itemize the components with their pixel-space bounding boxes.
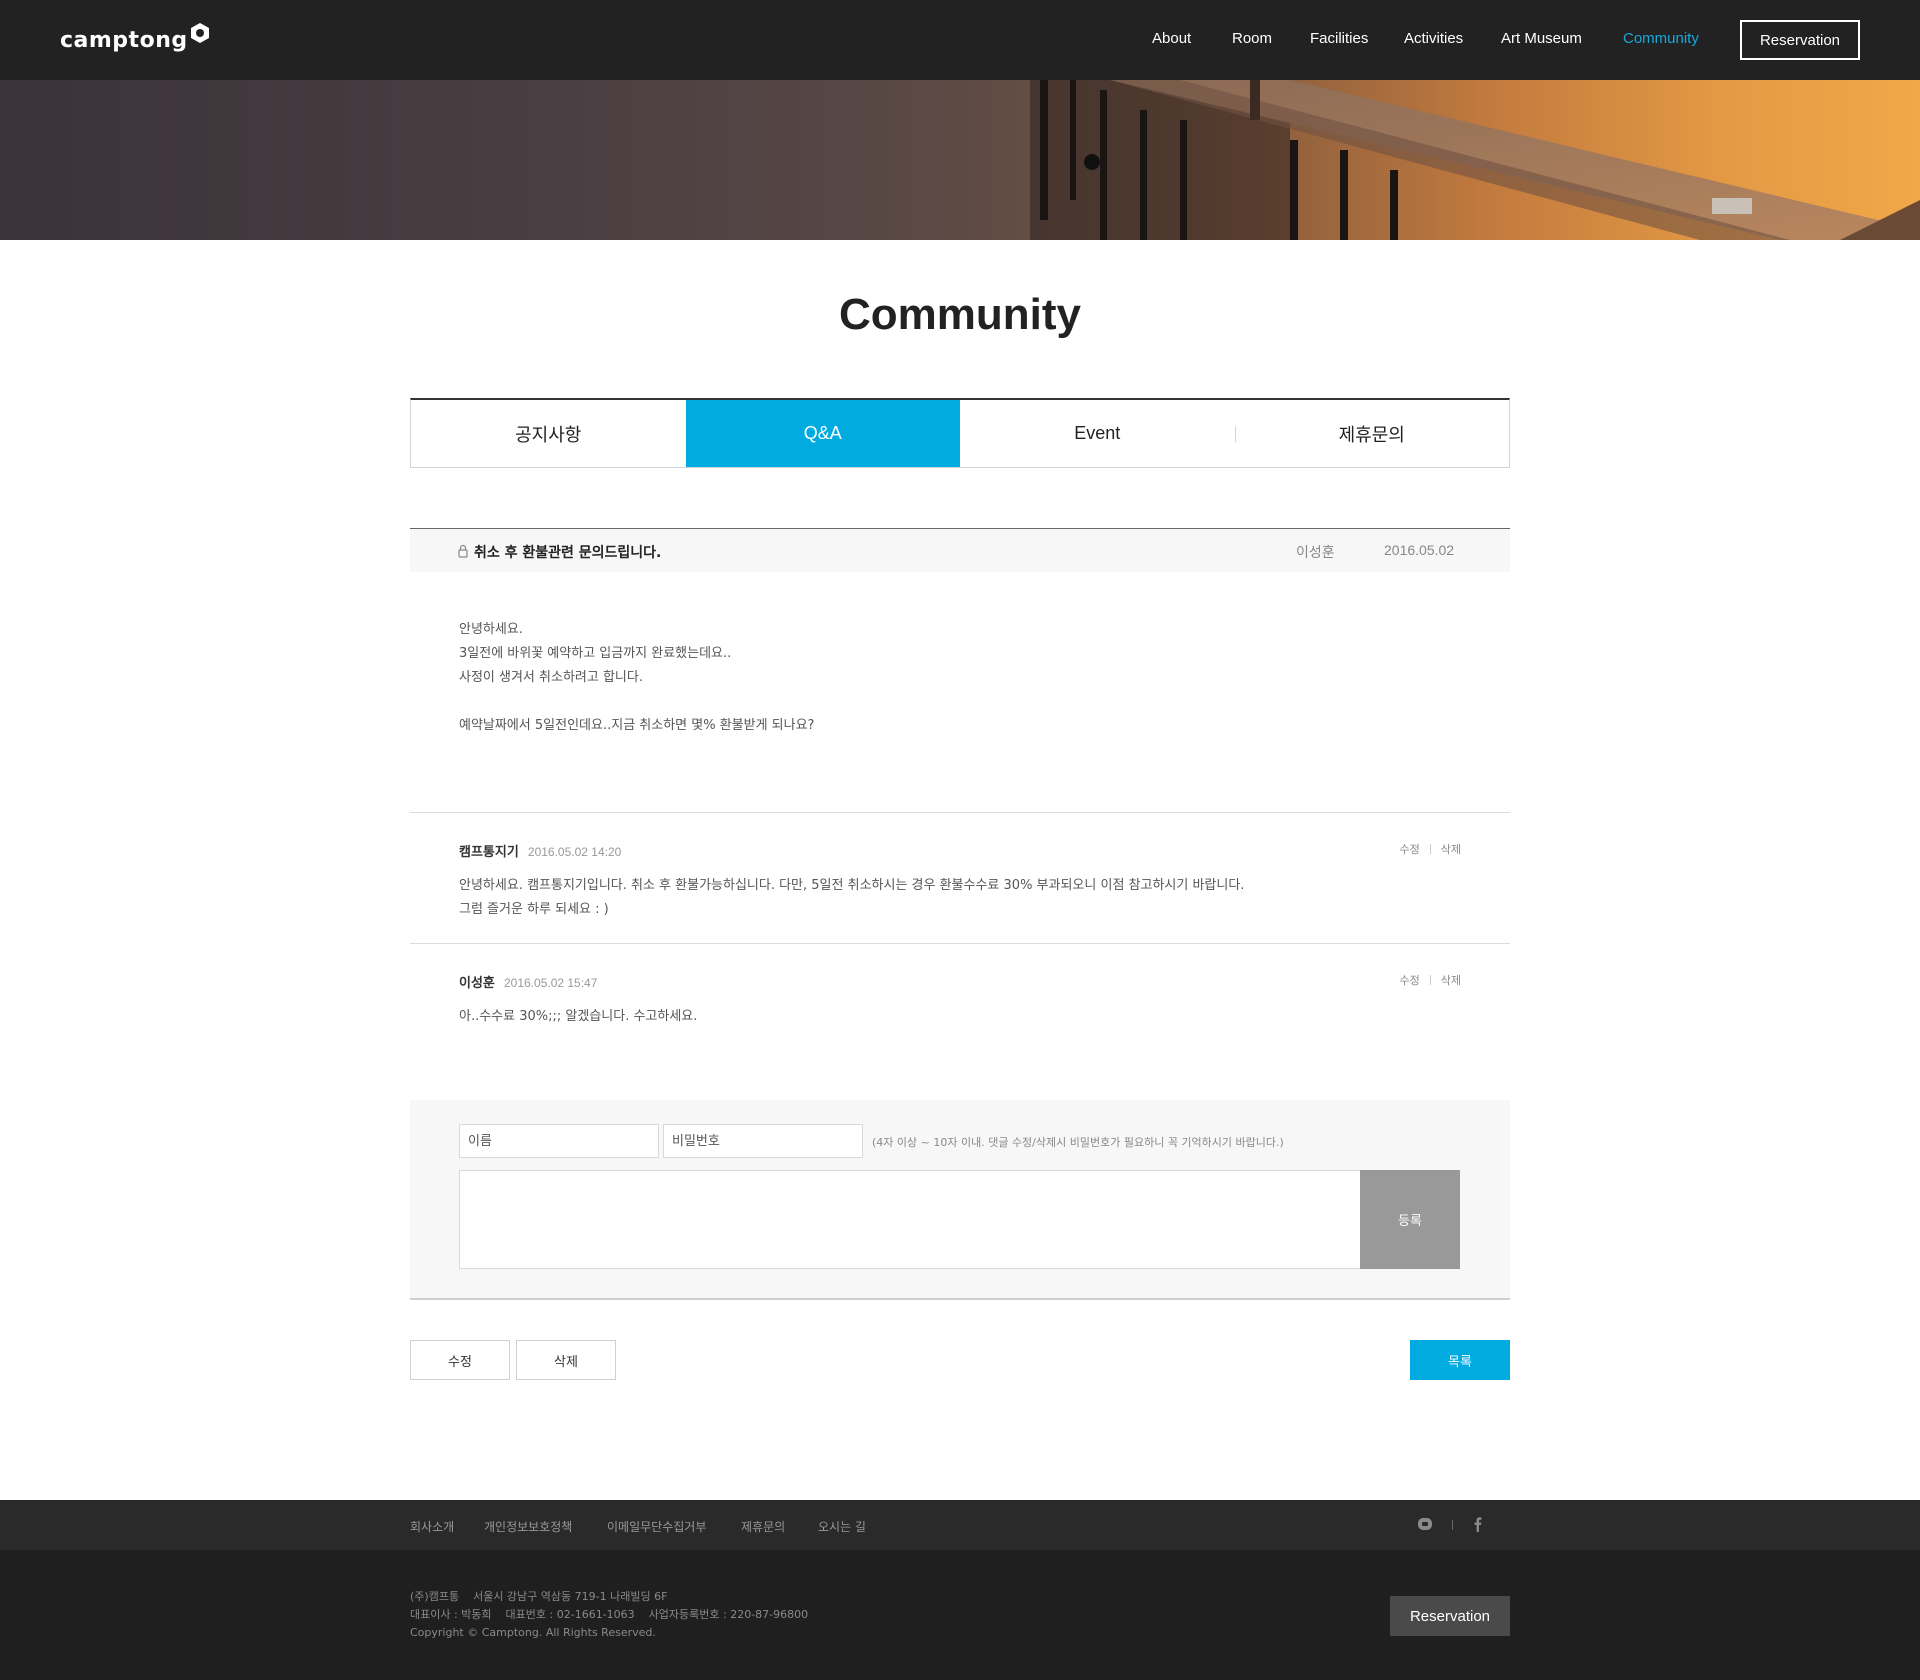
footer-link-partnership[interactable]: 제휴문의 bbox=[741, 1518, 785, 1535]
footer-link-company[interactable]: 회사소개 bbox=[410, 1518, 454, 1535]
reservation-button[interactable]: Reservation bbox=[1740, 20, 1860, 60]
post-body-line bbox=[459, 690, 1459, 714]
camptong-logo[interactable]: camptong bbox=[60, 23, 211, 58]
footer-reservation-button[interactable]: Reservation bbox=[1390, 1596, 1510, 1636]
comment-item: 캠프통지기 2016.05.02 14:20 수정 삭제 안녕하세요. 캠프통지… bbox=[459, 841, 1461, 922]
footer-links-bar: 회사소개 개인정보보호정책 이메일무단수집거부 제휴문의 오시는 길 bbox=[0, 1500, 1920, 1550]
comment-item: 이성훈 2016.05.02 15:47 수정 삭제 아..수수료 30%;;;… bbox=[459, 972, 1461, 1029]
post-body-line: 3일전에 바위꽃 예약하고 입금까지 완료했는데요.. bbox=[459, 646, 732, 661]
comment-time: 2016.05.02 15:47 bbox=[503, 976, 598, 990]
comment-edit-link[interactable]: 수정 bbox=[1400, 841, 1420, 857]
comment-delete-link[interactable]: 삭제 bbox=[1441, 841, 1461, 857]
company-address: 서울시 강남구 역삼동 719-1 나래빌딩 6F bbox=[473, 1590, 668, 1603]
comment-time: 2016.05.02 14:20 bbox=[527, 845, 622, 859]
tab-event[interactable]: Event bbox=[960, 400, 1235, 467]
comment-form: (4자 이상 ~ 10자 이내. 댓글 수정/삭제시 비밀번호가 필요하니 꼭 … bbox=[410, 1100, 1510, 1300]
footer-link-directions[interactable]: 오시는 길 bbox=[818, 1518, 866, 1535]
footer-link-email-policy[interactable]: 이메일무단수집거부 bbox=[607, 1518, 706, 1535]
comment-author: 캠프통지기 bbox=[459, 845, 519, 860]
page-title: Community bbox=[839, 290, 1081, 339]
post-body-line: 사정이 생겨서 취소하려고 합니다. bbox=[459, 670, 643, 685]
post-body: 안녕하세요. 3일전에 바위꽃 예약하고 입금까지 완료했는데요.. 사정이 생… bbox=[459, 618, 1459, 738]
action-separator bbox=[1429, 844, 1431, 854]
comment-delete-link[interactable]: 삭제 bbox=[1441, 972, 1461, 988]
comment-author: 이성훈 bbox=[459, 976, 495, 991]
company-info: (주)캠프통 서울시 강남구 역삼동 719-1 나래빌딩 6F 대표이사 : 박… bbox=[410, 1588, 822, 1642]
board-tabs: 공지사항 Q&A Event 제휴문의 bbox=[410, 398, 1510, 468]
nav-facilities[interactable]: Facilities bbox=[1310, 30, 1368, 47]
list-button[interactable]: 목록 bbox=[1410, 1340, 1510, 1380]
tab-notice[interactable]: 공지사항 bbox=[411, 400, 686, 467]
post-date: 2016.05.02 bbox=[1384, 542, 1455, 558]
post-body-line: 예약날짜에서 5일전인데요..지금 취소하면 몇% 환불받게 되나요? bbox=[459, 718, 815, 733]
comment-line: 안녕하세요. 캠프통지기입니다. 취소 후 환불가능하십니다. 다만, 5일전 … bbox=[459, 878, 1245, 893]
social-separator bbox=[1452, 1520, 1453, 1530]
delete-post-button[interactable]: 삭제 bbox=[516, 1340, 616, 1380]
nav-activities[interactable]: Activities bbox=[1404, 30, 1463, 47]
top-navigation-bar: camptong About Room Facilities Activitie… bbox=[0, 0, 1920, 80]
hexagon-logo-icon bbox=[190, 23, 209, 43]
password-note: (4자 이상 ~ 10자 이내. 댓글 수정/삭제시 비밀번호가 필요하니 꼭 … bbox=[872, 1136, 1284, 1149]
post-body-line: 안녕하세요. bbox=[459, 622, 523, 637]
action-separator bbox=[1429, 975, 1431, 985]
tab-divider bbox=[1234, 426, 1236, 442]
blog-icon[interactable] bbox=[1417, 1516, 1433, 1532]
name-input[interactable] bbox=[459, 1124, 659, 1158]
comment-textarea[interactable] bbox=[459, 1170, 1362, 1269]
comment-line: 아..수수료 30%;;; 알겠습니다. 수고하세요. bbox=[459, 1009, 698, 1024]
company-phone: 대표번호 : 02-1661-1063 bbox=[505, 1608, 635, 1621]
comment-edit-link[interactable]: 수정 bbox=[1400, 972, 1420, 988]
comment-text: 아..수수료 30%;;; 알겠습니다. 수고하세요. bbox=[459, 1005, 1461, 1029]
company-ceo: 대표이사 : 박동희 bbox=[410, 1608, 492, 1621]
tab-qna[interactable]: Q&A bbox=[685, 400, 960, 467]
copyright: Copyright © Camptong. All Rights Reserve… bbox=[410, 1626, 656, 1639]
post-author: 이성훈 bbox=[1296, 545, 1335, 561]
nav-room[interactable]: Room bbox=[1232, 30, 1272, 47]
company-name: (주)캠프통 bbox=[410, 1590, 460, 1603]
footer-info: (주)캠프통 서울시 강남구 역삼동 719-1 나래빌딩 6F 대표이사 : 박… bbox=[0, 1550, 1920, 1680]
post-header: 취소 후 환불관련 문의드립니다. 이성훈 2016.05.02 bbox=[410, 528, 1510, 572]
nav-art-museum[interactable]: Art Museum bbox=[1501, 30, 1582, 47]
tab-partnership-label: 제휴문의 bbox=[1338, 424, 1405, 445]
password-input[interactable] bbox=[663, 1124, 863, 1158]
hero-banner-image bbox=[0, 80, 1920, 240]
company-biz-no: 사업자등록번호 : 220-87-96800 bbox=[648, 1608, 809, 1621]
nav-community[interactable]: Community bbox=[1623, 30, 1699, 47]
facebook-icon[interactable] bbox=[1470, 1516, 1486, 1532]
logo-text: camptong bbox=[60, 28, 188, 53]
comment-divider bbox=[410, 943, 1510, 944]
nav-about[interactable]: About bbox=[1152, 30, 1191, 47]
tab-partnership[interactable]: 제휴문의 bbox=[1234, 400, 1510, 467]
comment-line: 그럼 즐거운 하루 되세요 : ) bbox=[459, 902, 609, 917]
post-title: 취소 후 환불관련 문의드립니다. bbox=[474, 545, 662, 561]
footer-link-privacy[interactable]: 개인정보보호정책 bbox=[484, 1518, 572, 1535]
comment-actions: 수정 삭제 bbox=[1400, 972, 1462, 988]
comment-actions: 수정 삭제 bbox=[1400, 841, 1462, 857]
post-divider bbox=[410, 812, 1510, 813]
pier-illustration bbox=[1030, 80, 1920, 240]
edit-post-button[interactable]: 수정 bbox=[410, 1340, 510, 1380]
lock-icon bbox=[458, 544, 468, 558]
tab-event-label: Event bbox=[1074, 423, 1121, 443]
comment-text: 안녕하세요. 캠프통지기입니다. 취소 후 환불가능하십니다. 다만, 5일전 … bbox=[459, 874, 1461, 922]
comment-submit-button[interactable]: 등록 bbox=[1360, 1170, 1460, 1269]
